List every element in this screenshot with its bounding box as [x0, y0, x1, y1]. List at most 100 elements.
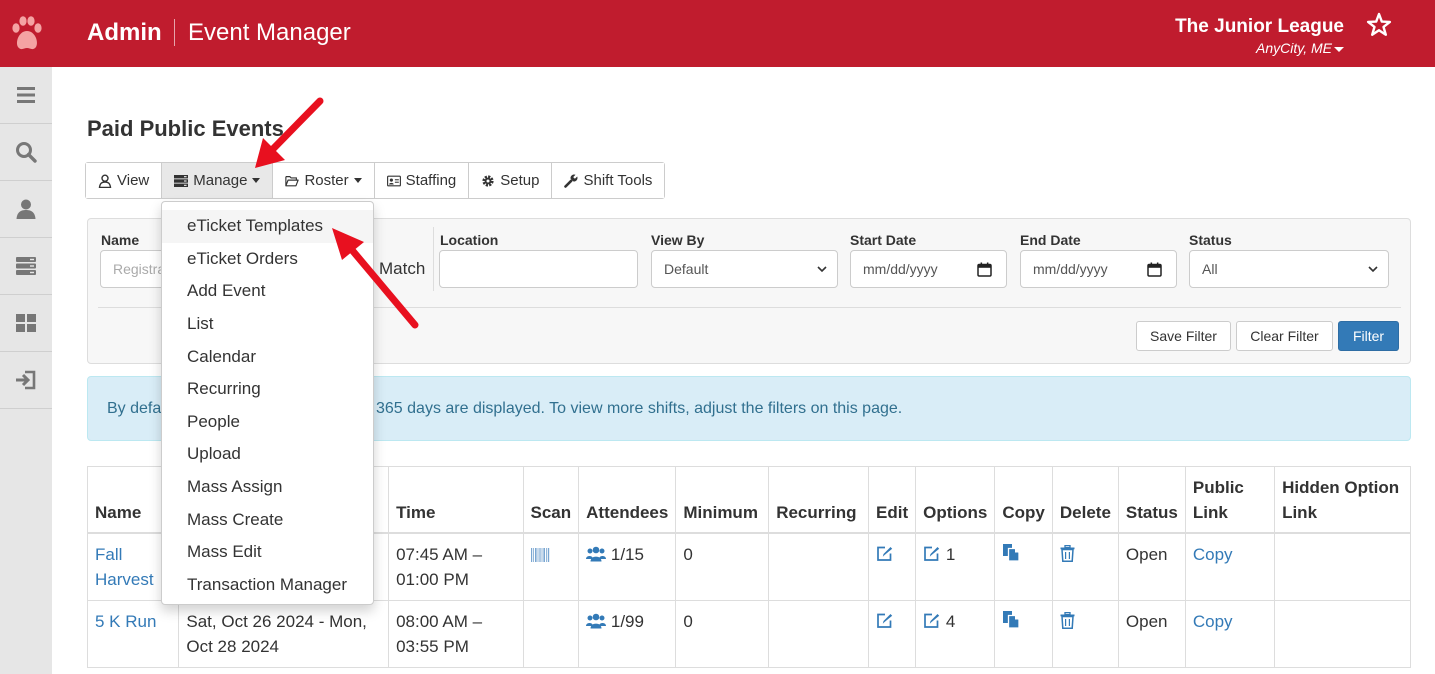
menu-item-mass-assign[interactable]: Mass Assign: [162, 471, 373, 504]
public-link-copy[interactable]: Copy: [1193, 612, 1233, 631]
trash-icon[interactable]: [1060, 545, 1075, 562]
tab-view[interactable]: View: [86, 163, 163, 198]
name-label: Name: [101, 232, 140, 248]
clear-filter-button[interactable]: Clear Filter: [1236, 321, 1333, 351]
dashboard-icon: [16, 314, 36, 332]
manage-dropdown-menu: eTicket Templates eTicket Orders Add Eve…: [161, 201, 374, 605]
col-attendees[interactable]: Attendees: [578, 466, 677, 534]
chevron-down-icon: [817, 266, 827, 273]
menu-item-upload[interactable]: Upload: [162, 438, 373, 471]
scan-cell-empty: [522, 600, 580, 668]
start-date-label: Start Date: [850, 232, 917, 248]
name-placeholder: Registra: [113, 261, 166, 277]
col-public-link: Public Link: [1184, 466, 1276, 534]
tab-setup[interactable]: Setup: [469, 163, 553, 198]
sidebar-item-search[interactable]: [0, 124, 52, 181]
menu-item-add-event[interactable]: Add Event: [162, 275, 373, 308]
menu-item-eticket-templates[interactable]: eTicket Templates: [162, 210, 373, 243]
start-date-input[interactable]: mm/dd/yyyy: [850, 250, 1007, 288]
event-name-link[interactable]: Fall Harvest: [95, 545, 154, 589]
status-select[interactable]: All: [1189, 250, 1389, 288]
tab-shift-tools-label: Shift Tools: [583, 172, 653, 189]
calendar-icon[interactable]: [977, 262, 992, 277]
save-filter-button[interactable]: Save Filter: [1136, 321, 1231, 351]
folder-open-icon: [285, 175, 300, 186]
edit-icon: [924, 613, 940, 628]
tab-manage[interactable]: Manage: [162, 163, 274, 198]
user-icon: [16, 199, 36, 219]
org-name[interactable]: The Junior League: [1175, 16, 1344, 38]
attendees-count: 1/99: [610, 612, 644, 631]
filter-button[interactable]: Filter: [1338, 321, 1399, 351]
edit-icon[interactable]: [876, 612, 894, 629]
menu-item-calendar[interactable]: Calendar: [162, 340, 373, 373]
menu-item-eticket-orders[interactable]: eTicket Orders: [162, 243, 373, 276]
col-delete: Delete: [1051, 466, 1119, 534]
col-recurring[interactable]: Recurring: [768, 466, 870, 534]
sidebar-item-user[interactable]: [0, 181, 52, 238]
attendees-cell[interactable]: 1/15: [578, 532, 677, 601]
options-cell[interactable]: 1: [915, 532, 996, 601]
server-icon: [174, 174, 189, 187]
tab-roster[interactable]: Roster: [273, 163, 375, 198]
col-copy: Copy: [994, 466, 1053, 534]
tab-shift-tools[interactable]: Shift Tools: [552, 163, 665, 198]
event-recurring: [768, 600, 870, 668]
location-input[interactable]: [439, 250, 638, 288]
page-title: Paid Public Events: [87, 116, 284, 141]
app-title: Event Manager: [188, 19, 351, 46]
caret-down-icon: [353, 178, 362, 183]
tab-roster-label: Roster: [304, 172, 349, 189]
menu-item-mass-create[interactable]: Mass Create: [162, 503, 373, 536]
location-label: Location: [440, 232, 499, 248]
col-hidden-option-link: Hidden Option Link: [1274, 466, 1411, 534]
options-count: 4: [945, 612, 956, 631]
copy-icon[interactable]: [1002, 610, 1021, 629]
col-edit: Edit: [868, 466, 917, 534]
table-row: 5 K Run Sat, Oct 26 2024 - Mon, Oct 28 2…: [86, 600, 1411, 668]
options-cell[interactable]: 4: [915, 600, 996, 668]
event-time: 07:45 AM – 01:00 PM: [388, 532, 524, 601]
brand-admin[interactable]: Admin: [87, 19, 162, 47]
view-by-value: Default: [664, 261, 709, 277]
menu-item-transaction-manager[interactable]: Transaction Manager: [162, 569, 373, 602]
attendees-cell[interactable]: 1/99: [578, 600, 677, 668]
col-minimum[interactable]: Minimum: [675, 466, 770, 534]
copy-icon[interactable]: [1002, 543, 1021, 562]
sidebar: [0, 67, 52, 674]
menu-item-list[interactable]: List: [162, 308, 373, 341]
org-location-dropdown[interactable]: AnyCity, ME: [1256, 40, 1344, 56]
tab-staffing[interactable]: Staffing: [374, 163, 470, 198]
id-card-icon: [386, 175, 401, 186]
event-date: Sat, Oct 26 2024 - Mon, Oct 28 2024: [178, 600, 390, 668]
user-outline-icon: [98, 173, 112, 188]
menu-item-recurring[interactable]: Recurring: [162, 373, 373, 406]
calendar-icon[interactable]: [1147, 262, 1162, 277]
end-date-label: End Date: [1020, 232, 1081, 248]
star-icon[interactable]: [1365, 11, 1393, 39]
gear-icon: [482, 174, 494, 187]
view-by-select[interactable]: Default: [651, 250, 838, 288]
trash-icon[interactable]: [1060, 612, 1075, 629]
hidden-option-link: [1274, 532, 1411, 601]
hidden-option-link: [1274, 600, 1411, 668]
menu-item-mass-edit[interactable]: Mass Edit: [162, 536, 373, 569]
sidebar-item-menu[interactable]: [0, 67, 52, 124]
sidebar-item-dashboard[interactable]: [0, 295, 52, 352]
col-scan: Scan: [522, 466, 580, 534]
public-link-copy[interactable]: Copy: [1193, 545, 1233, 564]
paw-logo-icon[interactable]: [10, 16, 42, 52]
chevron-down-icon: [1368, 266, 1378, 273]
end-date-input[interactable]: mm/dd/yyyy: [1020, 250, 1177, 288]
sidebar-item-server[interactable]: [0, 238, 52, 295]
edit-icon[interactable]: [876, 545, 894, 562]
barcode-icon[interactable]: [530, 548, 550, 562]
event-name-link[interactable]: 5 K Run: [95, 612, 156, 631]
menu-item-people[interactable]: People: [162, 406, 373, 439]
col-time[interactable]: Time: [388, 466, 524, 534]
col-status[interactable]: Status: [1117, 466, 1186, 534]
logout-icon: [16, 370, 36, 390]
event-toolbar: View Manage Roster Staffing Setup Shift …: [85, 162, 666, 199]
sidebar-item-logout[interactable]: [0, 352, 52, 409]
name-input[interactable]: Registra: [100, 250, 170, 288]
